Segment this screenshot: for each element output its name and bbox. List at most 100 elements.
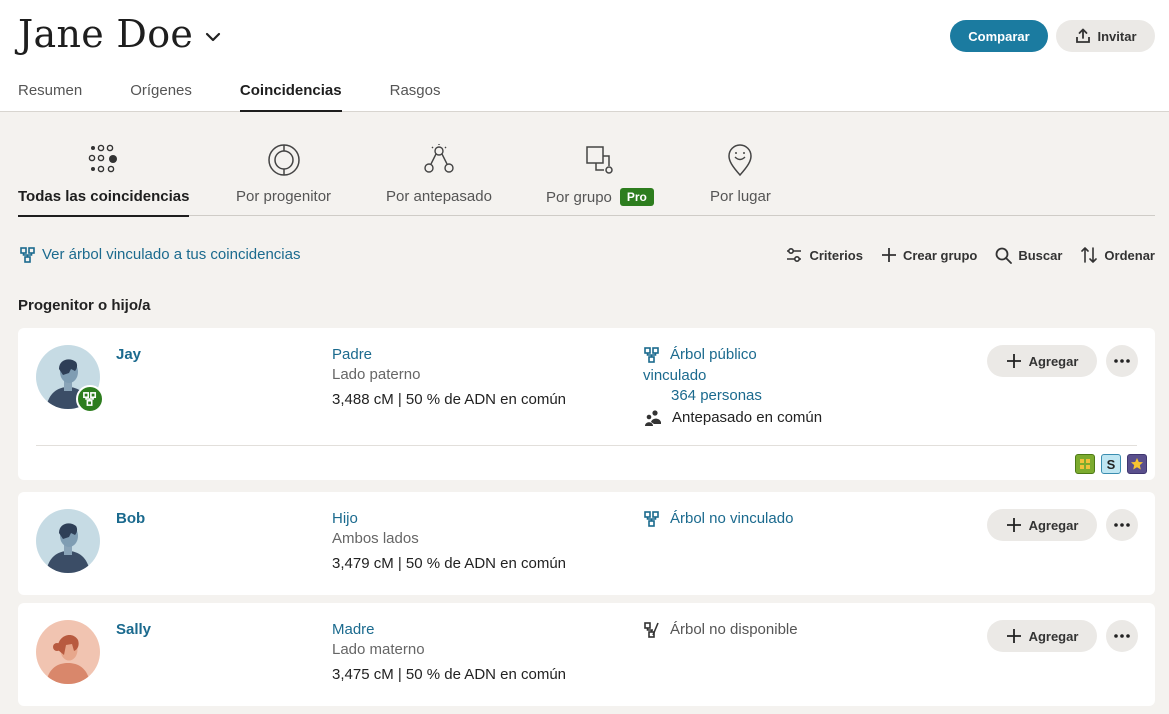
filter-tab-group-label: Por grupo bbox=[546, 188, 612, 206]
criteria-label: Criterios bbox=[809, 247, 863, 263]
tree-icon bbox=[644, 511, 659, 527]
compare-button[interactable]: Comparar bbox=[950, 20, 1048, 52]
tree-icon bbox=[20, 246, 35, 263]
sort-button[interactable]: Ordenar bbox=[1080, 246, 1155, 264]
tree-icon bbox=[644, 347, 659, 363]
match-card: Jay Padre Lado paterno 3,488 cM | 50 % d… bbox=[18, 328, 1155, 480]
sliders-icon bbox=[787, 247, 802, 263]
match-side: Lado materno bbox=[332, 641, 425, 658]
shared-dna: 3,479 cM | 50 % de ADN en común bbox=[332, 555, 567, 572]
s-tag-icon[interactable]: S bbox=[1101, 454, 1121, 474]
card-divider bbox=[36, 445, 1137, 446]
parent-icon bbox=[264, 140, 304, 180]
tree-info: Árbol público vinculado 364 personas Ant… bbox=[643, 344, 822, 428]
invite-label: Invitar bbox=[1097, 28, 1137, 44]
add-label: Agregar bbox=[1028, 628, 1079, 644]
place-icon bbox=[720, 140, 760, 180]
tree-count[interactable]: 364 personas bbox=[671, 385, 822, 406]
add-button[interactable]: Agregar bbox=[987, 509, 1097, 541]
tree-unavailable: Árbol no disponible bbox=[644, 619, 798, 640]
search-button[interactable]: Buscar bbox=[995, 246, 1062, 264]
all-matches-icon bbox=[84, 140, 124, 180]
tree-status-line2[interactable]: vinculado bbox=[643, 365, 822, 386]
linked-tree-label: Ver árbol vinculado a tus coincidencias bbox=[42, 246, 301, 263]
tab-origenes[interactable]: Orígenes bbox=[130, 82, 192, 112]
dna-tag-icon[interactable] bbox=[1075, 454, 1095, 474]
tree-unavailable-icon bbox=[644, 622, 659, 638]
tree-status: Árbol no vinculado bbox=[670, 510, 794, 527]
section-title: Progenitor o hijo/a bbox=[18, 297, 151, 314]
match-name[interactable]: Sally bbox=[116, 621, 151, 638]
search-label: Buscar bbox=[1018, 247, 1063, 263]
filter-tab-label: Por lugar bbox=[710, 188, 771, 205]
more-icon bbox=[1114, 523, 1130, 527]
pro-badge: Pro bbox=[619, 188, 654, 206]
filter-tab-all[interactable]: Todas las coincidencias bbox=[18, 140, 190, 217]
avatar[interactable] bbox=[36, 620, 100, 684]
match-card: Bob Hijo Ambos lados 3,479 cM | 50 % de … bbox=[18, 492, 1155, 595]
linked-tree-link[interactable]: Ver árbol vinculado a tus coincidencias bbox=[20, 246, 301, 263]
match-side: Lado paterno bbox=[332, 366, 421, 383]
tree-icon bbox=[83, 392, 97, 406]
match-name[interactable]: Jay bbox=[116, 346, 141, 363]
add-button[interactable]: Agregar bbox=[987, 345, 1097, 377]
match-name[interactable]: Bob bbox=[116, 510, 145, 527]
more-icon bbox=[1114, 359, 1130, 363]
filter-tabs: Todas las coincidencias Por progenitor P… bbox=[18, 140, 1155, 217]
filter-tab-parent[interactable]: Por progenitor bbox=[236, 140, 331, 216]
main-tabs: Resumen Orígenes Coincidencias Rasgos bbox=[18, 82, 488, 112]
share-icon bbox=[1076, 28, 1091, 43]
shared-dna: 3,475 cM | 50 % de ADN en común bbox=[332, 666, 567, 683]
more-options-button[interactable] bbox=[1106, 509, 1138, 541]
add-label: Agregar bbox=[1028, 517, 1079, 533]
chevron-down-icon[interactable] bbox=[203, 27, 223, 47]
tab-coincidencias[interactable]: Coincidencias bbox=[239, 82, 342, 112]
page-header: Jane Doe Comparar Invitar Resumen Orígen… bbox=[0, 0, 1169, 112]
star-tag-icon[interactable] bbox=[1127, 454, 1147, 474]
sort-label: Ordenar bbox=[1104, 247, 1155, 263]
ancestor-icon bbox=[419, 140, 459, 180]
more-options-button[interactable] bbox=[1106, 620, 1138, 652]
common-ancestor[interactable]: Antepasado en común bbox=[644, 407, 822, 428]
card-tags: S bbox=[1075, 454, 1147, 474]
match-side: Ambos lados bbox=[332, 530, 419, 547]
filter-tab-label: Por grupo Pro bbox=[546, 188, 654, 206]
unlinked-tree-link[interactable]: Árbol no vinculado bbox=[644, 508, 793, 529]
plus-icon bbox=[1006, 629, 1021, 643]
match-relationship[interactable]: Padre bbox=[332, 346, 372, 363]
more-options-button[interactable] bbox=[1106, 345, 1138, 377]
add-button[interactable]: Agregar bbox=[987, 620, 1097, 652]
match-relationship[interactable]: Madre bbox=[332, 621, 375, 638]
match-toolbar: Criterios Crear grupo Buscar Ordenar bbox=[785, 246, 1155, 264]
common-ancestor-label: Antepasado en común bbox=[672, 409, 823, 426]
tree-info: Árbol no vinculado bbox=[644, 508, 793, 529]
tab-resumen[interactable]: Resumen bbox=[18, 82, 82, 112]
public-tree-link[interactable]: Árbol público bbox=[644, 344, 822, 365]
add-label: Agregar bbox=[1028, 353, 1079, 369]
tree-info: Árbol no disponible bbox=[644, 619, 798, 640]
invite-button[interactable]: Invitar bbox=[1056, 20, 1155, 52]
plus-icon bbox=[1006, 354, 1021, 368]
create-group-button[interactable]: Crear grupo bbox=[881, 246, 977, 264]
avatar[interactable] bbox=[36, 509, 100, 573]
filter-tab-label: Por progenitor bbox=[236, 188, 332, 205]
match-relationship[interactable]: Hijo bbox=[332, 510, 358, 527]
sort-icon bbox=[1081, 247, 1098, 263]
group-icon bbox=[580, 140, 620, 180]
shared-dna: 3,488 cM | 50 % de ADN en común bbox=[332, 391, 567, 408]
tree-status: Árbol no disponible bbox=[670, 621, 798, 638]
criteria-button[interactable]: Criterios bbox=[785, 246, 863, 264]
plus-icon bbox=[881, 248, 896, 262]
tab-rasgos[interactable]: Rasgos bbox=[390, 82, 441, 112]
linked-tree-badge bbox=[76, 385, 104, 413]
search-icon bbox=[995, 247, 1013, 264]
tree-status: Árbol público bbox=[670, 346, 757, 363]
filter-tab-ancestor[interactable]: Por antepasado bbox=[386, 140, 492, 216]
filter-tab-place[interactable]: Por lugar bbox=[710, 140, 771, 216]
profile-selector[interactable]: Jane Doe bbox=[18, 12, 223, 56]
create-group-label: Crear grupo bbox=[902, 247, 978, 263]
filter-tab-group[interactable]: Por grupo Pro bbox=[546, 140, 654, 216]
match-card: Sally Madre Lado materno 3,475 cM | 50 %… bbox=[18, 603, 1155, 706]
page-title[interactable]: Jane Doe bbox=[18, 12, 193, 56]
more-icon bbox=[1114, 634, 1130, 638]
